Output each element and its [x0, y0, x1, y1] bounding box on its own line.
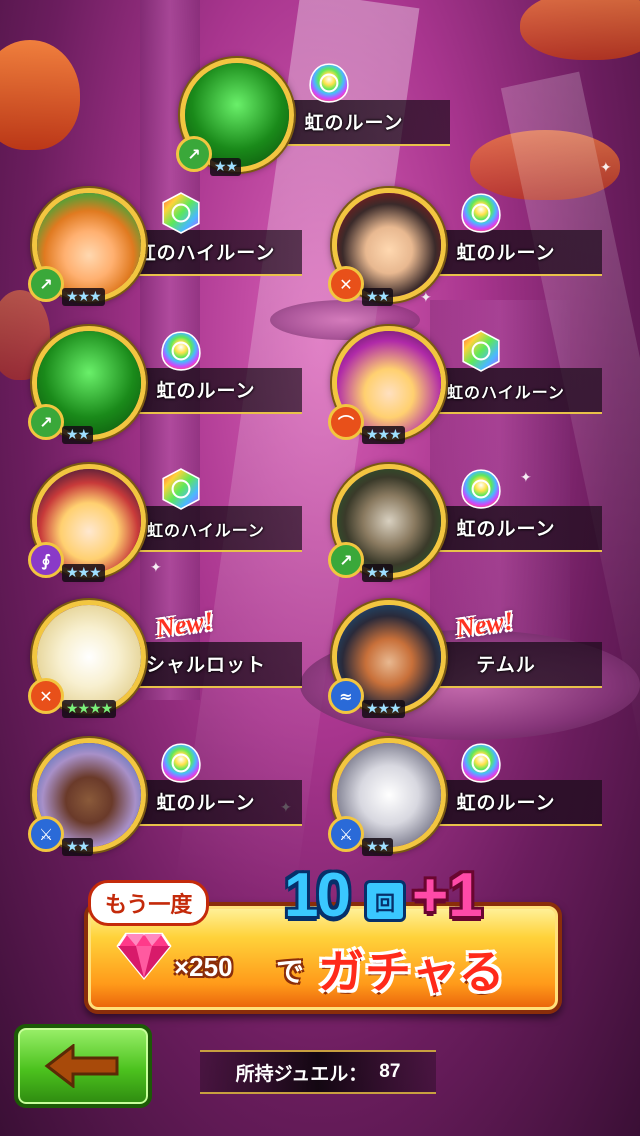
result-card[interactable]: テムル ≈ ★★★ New! [328, 600, 612, 720]
lamp-decoration [520, 0, 640, 60]
pull-count: 10 [284, 861, 351, 930]
new-badge: New! [454, 606, 516, 643]
rainbow-high-rune-icon [460, 330, 502, 372]
jewel-icon [116, 932, 172, 980]
cost-label: ×250 [174, 952, 233, 982]
result-card[interactable]: 虹のルーン ↗ ★★ [328, 464, 612, 584]
result-card[interactable]: 虹のルーン ✕ ★★ [328, 188, 612, 308]
rarity-stars: ★★ [362, 838, 394, 856]
rainbow-rune-icon [160, 742, 202, 784]
bonus-label: +1 [412, 861, 483, 930]
rarity-stars: ★★★★ [62, 700, 117, 718]
rainbow-rune-icon [460, 192, 502, 234]
result-card[interactable]: 虹のルーン ⚔ ★★ [28, 738, 312, 858]
left-arrow-icon [44, 1044, 119, 1088]
rarity-stars: ★★ [62, 426, 94, 444]
sparkle: ✦ [600, 160, 612, 176]
rainbow-rune-icon [460, 742, 502, 784]
rainbow-high-rune-icon [160, 468, 202, 510]
wind-element-icon: ↗ [28, 266, 64, 302]
rainbow-rune-icon [460, 468, 502, 510]
wind-element-icon: ↗ [328, 542, 364, 578]
rarity-stars: ★★ [362, 288, 394, 306]
jewel-count-bar: 所持ジュエル： 87 [200, 1050, 436, 1094]
water-element-icon: ≈ [328, 678, 364, 714]
result-card[interactable]: 虹のハイルーン ⌒ ★★★ [328, 326, 612, 446]
rainbow-high-rune-icon [160, 192, 202, 234]
kai-label: 回 [364, 880, 406, 922]
lamp-decoration [0, 40, 80, 150]
gacha-again-button[interactable]: もう一度 10 回 +1 ×250 で ガチャる [78, 861, 564, 1018]
result-card[interactable]: 虹のハイルーン ↗ ★★★ [28, 188, 312, 308]
fire-element-icon: ✕ [328, 266, 364, 302]
new-badge: New! [154, 606, 216, 643]
again-label: もう一度 [88, 880, 210, 926]
result-card[interactable]: 虹のルーン ↗ ★★ [176, 58, 460, 178]
jewel-label: 所持ジュエル： [235, 1063, 368, 1085]
result-card[interactable]: 虹のルーン ↗ ★★ [28, 326, 312, 446]
result-card[interactable]: 虹のルーン ⚔ ★★ [328, 738, 612, 858]
gacha-action-label: ガチャる [318, 946, 506, 998]
jewel-count: 87 [379, 1061, 401, 1082]
rarity-stars: ★★★ [362, 426, 405, 444]
wind-element-icon: ↗ [28, 404, 64, 440]
de-label: で [276, 955, 305, 988]
rainbow-rune-icon [160, 330, 202, 372]
rarity-stars: ★★★ [62, 564, 105, 582]
back-button[interactable] [14, 1024, 152, 1108]
rarity-stars: ★★★ [62, 288, 105, 306]
rarity-stars: ★★★ [362, 700, 405, 718]
rarity-stars: ★★ [362, 564, 394, 582]
fire-element-icon: ✕ [28, 678, 64, 714]
rarity-stars: ★★ [210, 158, 242, 176]
dark-element-icon: ∮ [28, 542, 64, 578]
result-card[interactable]: シャルロット ✕ ★★★★ New! [28, 600, 312, 720]
fire-element-icon: ⌒ [328, 404, 364, 440]
water-element-icon: ⚔ [328, 816, 364, 852]
rainbow-rune-icon [308, 62, 350, 104]
rarity-stars: ★★ [62, 838, 94, 856]
wind-element-icon: ↗ [176, 136, 212, 172]
result-card[interactable]: 虹のハイルーン ∮ ★★★ [28, 464, 312, 584]
water-element-icon: ⚔ [28, 816, 64, 852]
